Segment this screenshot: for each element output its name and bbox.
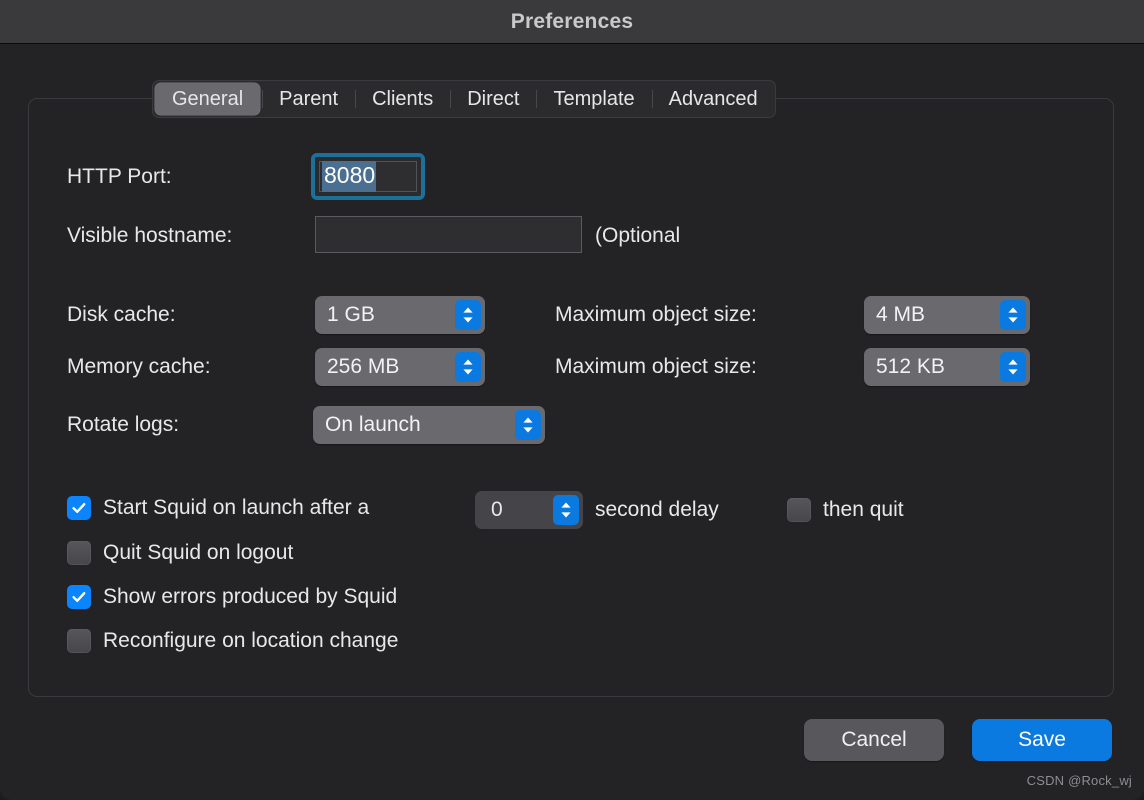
visible-hostname-label: Visible hostname:: [67, 224, 233, 247]
chevron-updown-icon[interactable]: [1000, 352, 1026, 382]
start-on-launch-label: Start Squid on launch after a: [103, 496, 370, 519]
http-port-field[interactable]: 8080: [311, 153, 425, 200]
reconfigure-on-location-change-checkbox[interactable]: [67, 629, 91, 653]
then-quit-row[interactable]: then quit: [787, 498, 904, 522]
rotate-logs-select[interactable]: On launch: [313, 406, 545, 444]
start-on-launch-row[interactable]: Start Squid on launch after a: [67, 496, 369, 520]
http-port-input[interactable]: 8080: [319, 161, 417, 192]
chevron-updown-icon[interactable]: [1000, 300, 1026, 330]
delay-stepper[interactable]: 0: [475, 491, 583, 529]
titlebar: Preferences: [0, 0, 1144, 44]
cancel-button[interactable]: Cancel: [804, 719, 944, 761]
show-errors-checkbox[interactable]: [67, 585, 91, 609]
tab-parent[interactable]: Parent: [262, 83, 355, 115]
chevron-updown-icon[interactable]: [455, 300, 481, 330]
window-title: Preferences: [510, 9, 634, 33]
disk-max-object-size-label: Maximum object size:: [555, 303, 757, 326]
memory-max-object-size-value: 512 KB: [876, 355, 945, 378]
tab-general[interactable]: General: [155, 83, 261, 115]
visible-hostname-input[interactable]: [315, 216, 582, 253]
tab-advanced[interactable]: Advanced: [651, 83, 775, 115]
delay-value: 0: [491, 498, 503, 521]
http-port-value: 8080: [322, 161, 377, 192]
chevron-updown-icon[interactable]: [515, 410, 541, 440]
show-errors-row[interactable]: Show errors produced by Squid: [67, 585, 397, 609]
disk-cache-label: Disk cache:: [67, 303, 176, 326]
show-errors-label: Show errors produced by Squid: [103, 585, 398, 608]
quit-on-logout-label: Quit Squid on logout: [103, 541, 294, 564]
chevron-updown-icon[interactable]: [553, 495, 579, 525]
quit-on-logout-row[interactable]: Quit Squid on logout: [67, 541, 293, 565]
disk-cache-value: 1 GB: [327, 303, 375, 326]
then-quit-label: then quit: [823, 498, 904, 521]
memory-max-object-size-select[interactable]: 512 KB: [864, 348, 1030, 386]
rotate-logs-value: On launch: [325, 413, 421, 436]
visible-hostname-hint-clip: (Optional: [595, 224, 691, 256]
memory-max-object-size-label: Maximum object size:: [555, 355, 757, 378]
disk-max-object-size-select[interactable]: 4 MB: [864, 296, 1030, 334]
visible-hostname-hint: (Optional: [595, 224, 681, 247]
chevron-updown-icon[interactable]: [455, 352, 481, 382]
preferences-window: Preferences General Parent Clients Direc…: [0, 0, 1144, 800]
tab-clients[interactable]: Clients: [355, 83, 450, 115]
reconfigure-on-location-change-row[interactable]: Reconfigure on location change: [67, 629, 398, 653]
reconfigure-on-location-change-label: Reconfigure on location change: [103, 629, 399, 652]
then-quit-checkbox[interactable]: [787, 498, 811, 522]
memory-cache-label: Memory cache:: [67, 355, 211, 378]
http-port-label: HTTP Port:: [67, 165, 172, 188]
quit-on-logout-checkbox[interactable]: [67, 541, 91, 565]
disk-max-object-size-value: 4 MB: [876, 303, 926, 326]
save-button[interactable]: Save: [972, 719, 1112, 761]
memory-cache-select[interactable]: 256 MB: [315, 348, 485, 386]
memory-cache-value: 256 MB: [327, 355, 400, 378]
tab-bar: General Parent Clients Direct Template A…: [152, 80, 776, 118]
tab-direct[interactable]: Direct: [450, 83, 536, 115]
watermark: CSDN @Rock_wj: [1026, 773, 1132, 788]
delay-suffix-label: second delay: [595, 498, 719, 521]
rotate-logs-label: Rotate logs:: [67, 413, 180, 436]
disk-cache-select[interactable]: 1 GB: [315, 296, 485, 334]
start-on-launch-checkbox[interactable]: [67, 496, 91, 520]
tab-template[interactable]: Template: [536, 83, 651, 115]
